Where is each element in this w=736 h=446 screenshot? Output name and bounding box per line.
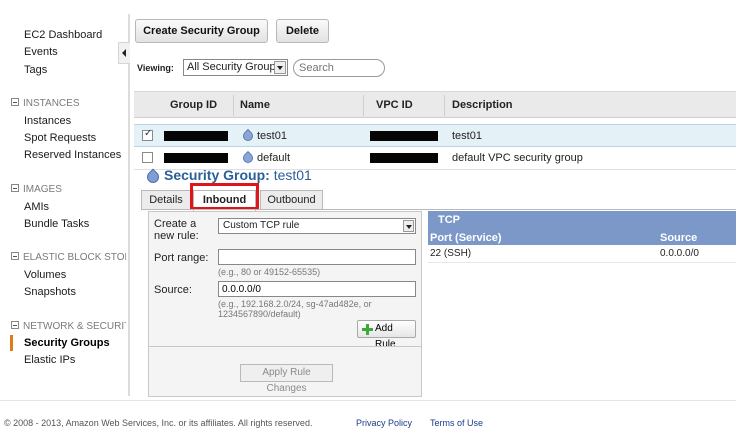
sidebar-item-events[interactable]: Events [24, 46, 58, 58]
column-separator [444, 95, 445, 116]
column-header-port: Port (Service) [430, 232, 502, 244]
sidebar-item-elastic-ips[interactable]: Elastic IPs [24, 354, 75, 366]
rule-type-select[interactable]: Custom TCP rule [218, 218, 416, 234]
source-input[interactable] [218, 281, 416, 297]
row-checkbox[interactable] [142, 152, 153, 163]
security-group-icon [240, 150, 256, 166]
port-range-input[interactable] [218, 249, 416, 265]
form-divider [149, 346, 421, 347]
redacted-vpc-id [370, 153, 438, 163]
search-input[interactable] [293, 59, 385, 77]
collapse-box-icon[interactable] [11, 252, 19, 260]
sidebar-nav: EC2 Dashboard Events Tags INSTANCES Inst… [0, 0, 128, 396]
section-title: INSTANCES [23, 98, 80, 109]
sidebar-divider [128, 14, 130, 396]
row-name: test01 [257, 130, 287, 142]
protocol-label: TCP [438, 214, 460, 226]
plus-icon [362, 324, 373, 335]
security-group-icon [240, 128, 256, 144]
active-item-marker [10, 335, 13, 351]
section-title: ELASTIC BLOCK STOR [23, 252, 126, 263]
redacted-group-id [164, 153, 228, 163]
redacted-group-id [164, 131, 228, 141]
chevron-down-icon[interactable] [403, 220, 414, 232]
column-header-description[interactable]: Description [452, 99, 513, 111]
table-row[interactable]: test01 test01 [134, 124, 736, 147]
terms-of-use-link[interactable]: Terms of Use [430, 418, 483, 428]
table-row: 22 (SSH) 0.0.0.0/0 [428, 245, 736, 263]
sidebar-item-security-groups[interactable]: Security Groups [24, 337, 110, 349]
section-title: NETWORK & SECURITY [23, 321, 126, 332]
sidebar-section-network-security[interactable]: NETWORK & SECURITY [11, 321, 126, 332]
sidebar-section-instances[interactable]: INSTANCES [11, 98, 126, 109]
collapse-box-icon[interactable] [11, 184, 19, 192]
inbound-rule-form: Create a new rule: Custom TCP rule Port … [148, 211, 422, 397]
detail-title: Security Group: test01 [164, 167, 312, 183]
sidebar-section-images[interactable]: IMAGES [11, 184, 126, 195]
create-rule-label: Create a new rule: [154, 218, 199, 242]
rule-port: 22 (SSH) [430, 248, 472, 259]
sidebar-item-spot-requests[interactable]: Spot Requests [24, 132, 96, 144]
detail-title-prefix: Security Group: [164, 167, 270, 183]
source-hint: (e.g., 192.168.2.0/24, sg-47ad482e, or 1… [218, 299, 372, 319]
copyright-text: © 2008 - 2013, Amazon Web Services, Inc.… [4, 418, 313, 428]
rule-type-value: Custom TCP rule [223, 220, 300, 231]
chevron-down-icon[interactable] [274, 61, 286, 74]
rule-source: 0.0.0.0/0 [660, 248, 699, 259]
tab-outbound[interactable]: Outbound [260, 190, 323, 210]
collapse-box-icon[interactable] [11, 98, 19, 106]
row-description: test01 [452, 130, 482, 142]
port-range-label: Port range: [154, 252, 209, 264]
detail-title-name: test01 [273, 167, 312, 183]
sidebar-section-ebs[interactable]: ELASTIC BLOCK STOR [11, 252, 126, 263]
sidebar-item-reserved-instances[interactable]: Reserved Instances [24, 149, 121, 161]
row-checkbox[interactable] [142, 128, 153, 141]
section-title: IMAGES [23, 184, 62, 195]
port-range-hint: (e.g., 80 or 49152-65535) [218, 267, 321, 277]
add-rule-button[interactable]: Add Rule [357, 320, 416, 350]
column-header-source: Source [660, 232, 698, 244]
sidebar-item-amis[interactable]: AMIs [24, 201, 49, 213]
view-filter-value: All Security Groups [187, 61, 282, 73]
view-filter-select[interactable]: All Security Groups [183, 59, 288, 76]
apply-rule-changes-button[interactable]: Apply Rule Changes [240, 364, 333, 394]
sidebar-item-ec2-dashboard[interactable]: EC2 Dashboard [24, 29, 102, 41]
security-groups-table: Group ID Name VPC ID Description test01 … [134, 91, 736, 170]
column-header-name[interactable]: Name [240, 99, 270, 111]
collapse-sidebar-icon[interactable] [118, 42, 130, 64]
sidebar-item-instances[interactable]: Instances [24, 115, 71, 127]
tab-baseline [141, 209, 736, 210]
inbound-tab-highlight [190, 183, 259, 210]
sidebar-item-snapshots[interactable]: Snapshots [24, 286, 76, 298]
column-header-group-id[interactable]: Group ID [170, 99, 217, 111]
security-group-icon [144, 168, 162, 186]
column-separator [233, 95, 234, 116]
table-header: Group ID Name VPC ID Description [134, 91, 736, 118]
tab-details[interactable]: Details [141, 190, 191, 210]
row-description: default VPC security group [452, 152, 583, 164]
inbound-rules-table: TCP Port (Service) Source 22 (SSH) 0.0.0… [428, 211, 736, 263]
source-label: Source: [154, 284, 192, 296]
rules-table-header: TCP Port (Service) Source [428, 211, 736, 245]
row-name: default [257, 152, 291, 164]
footer-divider [0, 400, 736, 401]
privacy-policy-link[interactable]: Privacy Policy [356, 418, 412, 428]
viewing-label: Viewing: [137, 63, 174, 73]
redacted-vpc-id [370, 131, 438, 141]
delete-button[interactable]: Delete [276, 19, 329, 43]
sidebar-item-volumes[interactable]: Volumes [24, 269, 66, 281]
create-security-group-button[interactable]: Create Security Group [135, 19, 268, 43]
column-separator [363, 95, 364, 116]
collapse-box-icon[interactable] [11, 321, 19, 329]
sidebar-item-bundle-tasks[interactable]: Bundle Tasks [24, 218, 89, 230]
sidebar-item-tags[interactable]: Tags [24, 64, 47, 76]
column-header-vpc-id[interactable]: VPC ID [376, 99, 413, 111]
